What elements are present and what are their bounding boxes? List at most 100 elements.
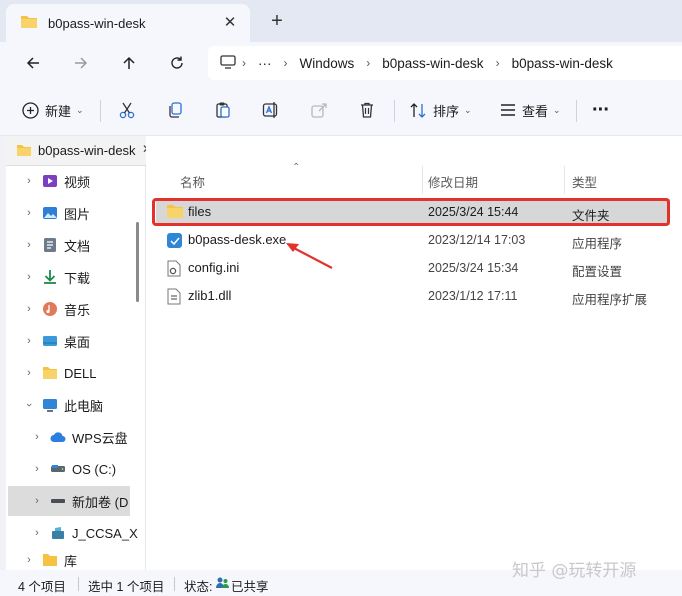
file-date: 2023/1/12 17:11	[428, 289, 518, 303]
trash-icon	[361, 102, 373, 118]
column-header-date[interactable]: 修改日期	[428, 172, 478, 191]
chevron-right-icon[interactable]: ›	[30, 527, 44, 539]
share-state-label: 状态:	[184, 580, 213, 594]
sidebar-item-label: WPS云盘	[72, 430, 128, 446]
file-date: 2025/3/24 15:34	[428, 261, 519, 275]
refresh-icon	[171, 56, 183, 69]
sidebar-item-documents[interactable]: › 文档	[22, 230, 146, 260]
chevron-right-icon[interactable]: ›	[22, 207, 36, 219]
breadcrumb-current[interactable]: b0pass-win-desk	[512, 56, 613, 71]
breadcrumb-windows[interactable]: Windows	[300, 56, 355, 71]
sort-button[interactable]: 排序 ⌄	[410, 98, 472, 122]
column-header-name[interactable]: 名称	[180, 172, 205, 191]
delete-button[interactable]	[358, 98, 376, 122]
chevron-right-icon[interactable]: ›	[22, 239, 36, 251]
paste-button[interactable]	[214, 98, 232, 122]
refresh-button[interactable]	[164, 50, 190, 76]
up-button[interactable]	[116, 50, 142, 76]
new-button[interactable]: 新建 ⌄	[22, 98, 84, 122]
breadcrumb-parent[interactable]: b0pass-win-desk	[382, 56, 483, 71]
sidebar-item-desktop[interactable]: › 桌面	[22, 326, 146, 356]
sidebar-item-j-ccsa[interactable]: › J_CCSA_X	[30, 518, 154, 548]
sort-icon	[410, 102, 426, 118]
toolbar-divider	[394, 100, 395, 122]
sidebar-item-label: DELL	[64, 365, 97, 381]
sort-label: 排序	[433, 103, 460, 119]
chevron-right-icon[interactable]: ›	[22, 554, 36, 566]
back-button[interactable]	[20, 50, 46, 76]
disc-icon	[50, 525, 66, 541]
documents-icon	[42, 237, 58, 253]
view-button[interactable]: 查看 ⌄	[500, 98, 561, 122]
chevron-right-icon[interactable]: ›	[22, 271, 36, 283]
address-bar[interactable]: › ··· › Windows › b0pass-win-desk › b0pa…	[208, 46, 682, 80]
pinned-tab-label: b0pass-win-desk	[38, 143, 136, 158]
sidebar-item-label: 音乐	[64, 302, 91, 318]
chevron-down-icon[interactable]: ›	[23, 398, 35, 412]
navigation-bar: › ··· › Windows › b0pass-win-desk › b0pa…	[0, 42, 682, 84]
chevron-down-icon: ⌄	[553, 104, 561, 115]
chevron-right-icon[interactable]: ›	[22, 335, 36, 347]
sidebar-item-label: 新加卷 (D	[72, 494, 129, 510]
chevron-right-icon[interactable]: ›	[30, 495, 44, 507]
watermark: 知乎 @玩转开源	[512, 561, 637, 581]
close-tab-icon[interactable]: ✕	[220, 13, 240, 33]
this-pc-icon	[42, 397, 58, 413]
file-row[interactable]: zlib1.dll 2023/1/12 17:11 应用程序扩展	[156, 283, 670, 309]
sidebar-item-label: 文档	[64, 238, 91, 254]
sidebar-item-label: 视频	[64, 174, 91, 190]
status-divider	[174, 577, 175, 591]
sidebar-item-music[interactable]: › 音乐	[22, 294, 146, 324]
chevron-right-icon[interactable]: ›	[22, 367, 36, 379]
nav-pane-scrollbar[interactable]	[136, 222, 139, 302]
chevron-right-icon[interactable]: ›	[22, 175, 36, 187]
forward-button[interactable]	[68, 50, 94, 76]
item-count: 4 个项目	[18, 580, 66, 594]
monitor-icon	[220, 54, 236, 72]
plus-circle-icon	[22, 101, 39, 119]
video-icon	[42, 173, 58, 189]
sidebar-item-label: OS (C:)	[72, 461, 117, 477]
breadcrumb-more[interactable]: ···	[258, 56, 272, 71]
more-options-button[interactable]: ···	[592, 98, 610, 122]
pictures-icon	[42, 205, 58, 221]
cut-button[interactable]	[118, 98, 136, 122]
column-header-type[interactable]: 类型	[572, 172, 597, 191]
sidebar-item-dell[interactable]: › DELL	[22, 358, 146, 388]
clipboard-icon	[216, 102, 230, 118]
column-divider[interactable]	[564, 166, 565, 194]
chevron-right-icon[interactable]: ›	[30, 463, 44, 475]
file-row[interactable]: b0pass-desk.exe 2023/12/14 17:03 应用程序	[156, 227, 670, 253]
file-type: 配置设置	[572, 265, 623, 279]
share-button[interactable]	[310, 98, 328, 122]
chevron-right-icon[interactable]: ›	[30, 431, 44, 443]
file-name: b0pass-desk.exe	[188, 232, 287, 247]
sidebar-item-this-pc[interactable]: › 此电脑	[22, 390, 146, 420]
file-row[interactable]: config.ini 2025/3/24 15:34 配置设置	[156, 255, 670, 281]
folder-icon	[17, 145, 31, 156]
sidebar-item-wps-cloud[interactable]: › WPS云盘	[30, 422, 154, 452]
file-type: 应用程序	[572, 237, 623, 251]
shared-icon	[216, 576, 229, 592]
command-bar: 新建 ⌄ 排序 ⌄ 查看 ⌄ ···	[0, 84, 682, 136]
sidebar-item-label: 库	[64, 553, 78, 569]
sidebar-item-pictures[interactable]: › 图片	[22, 198, 146, 228]
sidebar-item-os-c[interactable]: › OS (C:)	[30, 454, 154, 484]
sidebar-item-videos[interactable]: › 视频	[22, 166, 146, 196]
chevron-right-icon[interactable]: ›	[22, 303, 36, 315]
column-divider[interactable]	[422, 166, 423, 194]
copy-button[interactable]	[166, 98, 184, 122]
sidebar-item-label: 图片	[64, 206, 91, 222]
sidebar-item-library[interactable]: › 库	[22, 550, 146, 570]
sidebar-item-downloads[interactable]: › 下载	[22, 262, 146, 292]
window-tab[interactable]: b0pass-win-desk ✕	[6, 4, 250, 42]
rename-button[interactable]	[262, 98, 280, 122]
arrow-right-icon	[75, 57, 88, 69]
sidebar-item-new-volume-d[interactable]: › 新加卷 (D	[8, 486, 130, 516]
pinned-folder-tab[interactable]: b0pass-win-desk ✕	[6, 136, 158, 166]
selected-count: 选中 1 个项目	[88, 580, 165, 594]
new-tab-button[interactable]: +	[266, 10, 288, 32]
file-date: 2023/12/14 17:03	[428, 233, 526, 247]
arrow-left-icon	[26, 57, 39, 69]
chevron-right-icon: ›	[366, 56, 371, 70]
